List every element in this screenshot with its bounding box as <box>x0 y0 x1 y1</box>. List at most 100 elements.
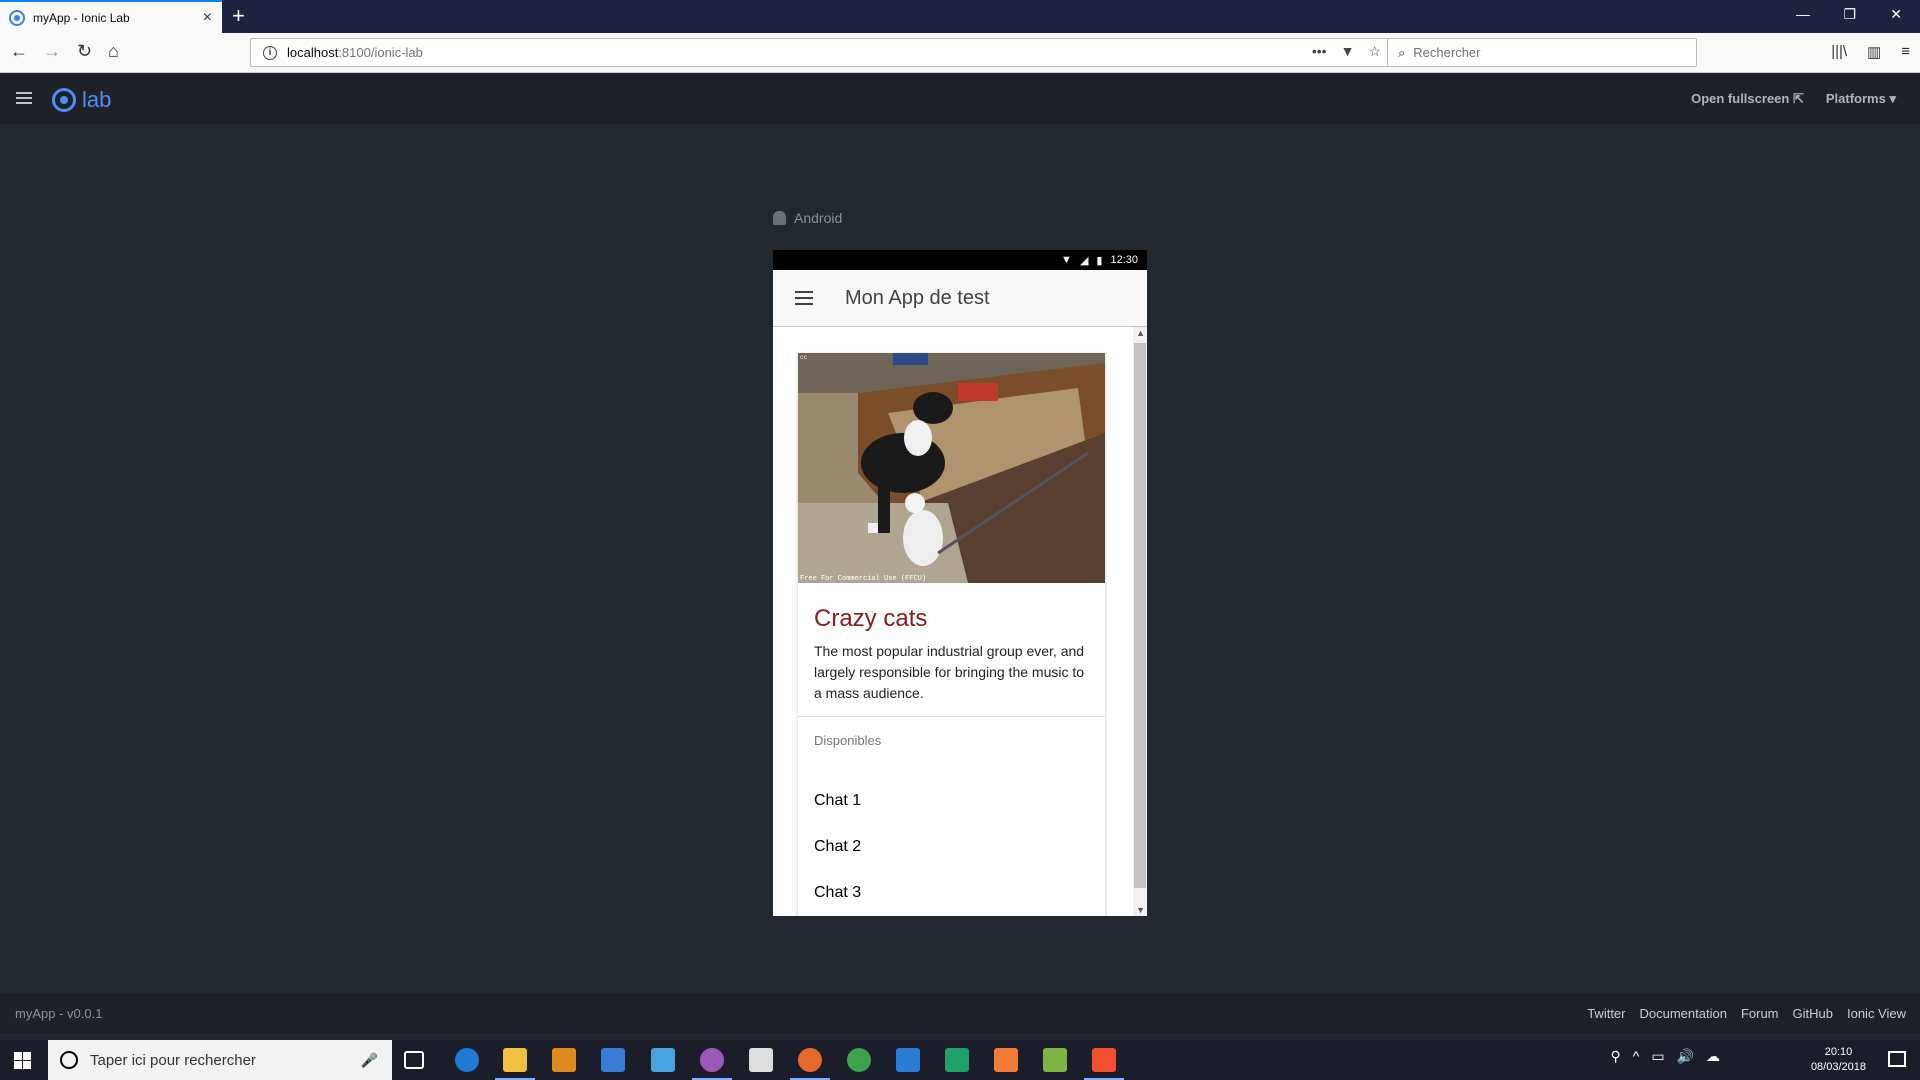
app-title: Mon App de test <box>845 286 990 309</box>
volume-icon[interactable]: 🔊 <box>1677 1048 1694 1065</box>
onedrive-icon[interactable]: ☁ <box>1706 1048 1720 1065</box>
browser-nav-bar: ← → ↻ ⌂ i localhost:8100/ionic-lab ••• ▼… <box>0 33 1920 73</box>
image-caption: Free For Commercial Use (FFCU) <box>800 575 926 583</box>
app-version: myApp - v0.0.1 <box>15 1006 103 1021</box>
lab-logo: lab <box>52 87 111 113</box>
app-toolbar: Mon App de test <box>773 270 1147 327</box>
platform-label: Android <box>773 210 842 226</box>
notification-icon[interactable] <box>1888 1051 1906 1067</box>
list-item[interactable]: Chat 1 <box>798 778 1105 824</box>
windows-start-icon[interactable] <box>14 1052 31 1069</box>
url-path: :8100/ionic-lab <box>338 45 423 60</box>
git-icon[interactable] <box>1092 1048 1116 1072</box>
back-icon[interactable]: ← <box>10 41 28 62</box>
browser-tab-bar: myApp - Ionic Lab × + — ❐ ✕ <box>0 0 1920 33</box>
app-icon[interactable] <box>700 1048 724 1072</box>
forum-link[interactable]: Forum <box>1741 1006 1779 1021</box>
search-input[interactable]: ⌕ Rechercher <box>1387 38 1697 67</box>
minimize-icon[interactable]: — <box>1796 6 1810 22</box>
clock-time: 20:10 <box>1824 1046 1853 1058</box>
file-explorer-icon[interactable] <box>503 1048 527 1072</box>
task-view-icon[interactable] <box>404 1051 424 1069</box>
device-status-bar: ▼ ◢ ▮ 12:30 <box>773 250 1147 270</box>
ionic-view-link[interactable]: Ionic View <box>1847 1006 1906 1021</box>
sublime-text-icon[interactable] <box>552 1048 576 1072</box>
url-bar[interactable]: i localhost:8100/ionic-lab ••• ▼ ☆ <box>250 38 1390 67</box>
scrollbar-thumb[interactable] <box>1134 343 1146 888</box>
external-link-icon: ⇱ <box>1792 91 1804 106</box>
open-fullscreen-link[interactable]: Open fullscreen ⇱ <box>1691 91 1804 107</box>
webstorm-icon[interactable] <box>945 1048 969 1072</box>
image-corner-text: cc <box>800 354 808 361</box>
system-tray: ⚲ ^ ▭ 🔊 ☁ <box>1610 1048 1720 1065</box>
search-placeholder: Rechercher <box>1413 45 1481 60</box>
lab-header: lab Open fullscreen ⇱ Platforms ▾ <box>0 74 1920 124</box>
library-icon[interactable]: |||\ <box>1831 43 1847 61</box>
mail-icon[interactable] <box>749 1048 773 1072</box>
restore-icon[interactable]: ❐ <box>1843 6 1856 23</box>
android-icon <box>773 211 786 225</box>
signal-icon: ◢ <box>1079 254 1089 267</box>
card-title: Crazy cats <box>814 605 928 632</box>
new-tab-button[interactable]: + <box>232 3 245 29</box>
scroll-down-icon[interactable]: ▼ <box>1136 905 1145 915</box>
microphone-icon[interactable]: 🎤 <box>361 1052 378 1069</box>
github-link[interactable]: GitHub <box>1793 1006 1833 1021</box>
platform-name: Android <box>794 210 843 226</box>
url-host: localhost <box>287 45 339 60</box>
notepad-icon[interactable] <box>1043 1048 1067 1072</box>
search-icon: ⌕ <box>1398 44 1406 60</box>
platforms-dropdown[interactable]: Platforms ▾ <box>1826 91 1896 107</box>
taskbar-search-placeholder: Taper ici pour rechercher <box>90 1051 256 1069</box>
network-icon[interactable]: ▭ <box>1651 1048 1664 1065</box>
pocket-icon[interactable]: ▼ <box>1341 43 1355 60</box>
lab-footer: myApp - v0.0.1 Twitter Documentation For… <box>0 993 1920 1033</box>
sidebar-icon[interactable]: ▥ <box>1867 43 1881 61</box>
twitter-link[interactable]: Twitter <box>1587 1006 1625 1021</box>
people-icon[interactable]: ⚲ <box>1610 1048 1620 1065</box>
firefox-icon[interactable] <box>798 1048 822 1072</box>
site-info-icon[interactable]: i <box>263 45 277 60</box>
taskbar-search-input[interactable]: Taper ici pour rechercher 🎤 <box>48 1040 392 1080</box>
app-content: cc Free For Commercial Use (FFCU) Crazy … <box>773 327 1147 916</box>
home-icon[interactable]: ⌂ <box>108 41 119 62</box>
xampp-icon[interactable] <box>994 1048 1018 1072</box>
forward-icon[interactable]: → <box>43 41 61 62</box>
app-icon[interactable] <box>651 1048 675 1072</box>
store-icon[interactable] <box>601 1048 625 1072</box>
lab-logo-text: lab <box>82 87 112 112</box>
scrollbar[interactable]: ▲ ▼ <box>1133 327 1147 916</box>
chrome-icon[interactable] <box>847 1048 871 1072</box>
scroll-up-icon[interactable]: ▲ <box>1136 328 1145 338</box>
tray-chevron-icon[interactable]: ^ <box>1633 1048 1640 1065</box>
cat-photo: cc Free For Commercial Use (FFCU) <box>798 353 1105 583</box>
caret-down-icon: ▾ <box>1889 91 1896 106</box>
clock-date: 08/03/2018 <box>1810 1061 1866 1073</box>
card-text: The most popular industrial group ever, … <box>814 643 1085 701</box>
edge-icon[interactable] <box>455 1048 479 1072</box>
list-item[interactable]: Chat 3 <box>798 870 1105 916</box>
wifi-icon: ▼ <box>1061 254 1072 266</box>
device-preview: ▼ ◢ ▮ 12:30 Mon App de test cc Free For … <box>773 250 1147 916</box>
documentation-link[interactable]: Documentation <box>1640 1006 1727 1021</box>
close-window-icon[interactable]: ✕ <box>1890 6 1902 23</box>
browser-tab[interactable]: myApp - Ionic Lab × <box>0 0 222 33</box>
cortana-icon <box>60 1051 78 1069</box>
page-actions-icon[interactable]: ••• <box>1312 43 1327 60</box>
reload-icon[interactable]: ↻ <box>77 41 92 62</box>
bookmark-star-icon[interactable]: ☆ <box>1368 43 1381 60</box>
vscode-icon[interactable] <box>896 1048 920 1072</box>
lab-menu-icon[interactable] <box>16 92 32 104</box>
battery-icon: ▮ <box>1096 254 1103 267</box>
tab-title: myApp - Ionic Lab <box>33 10 130 25</box>
card-divider <box>798 716 1105 717</box>
cats-card: cc Free For Commercial Use (FFCU) Crazy … <box>798 353 1105 916</box>
close-tab-icon[interactable]: × <box>203 9 212 27</box>
ionic-logo-icon <box>52 88 76 112</box>
app-menu-icon[interactable] <box>795 291 813 305</box>
taskbar: Taper ici pour rechercher 🎤 ⚲ ^ ▭ 🔊 ☁ 20… <box>0 1040 1920 1080</box>
menu-icon[interactable]: ≡ <box>1901 43 1910 61</box>
list-item[interactable]: Chat 2 <box>798 824 1105 870</box>
status-time: 12:30 <box>1110 254 1138 266</box>
taskbar-clock[interactable]: 20:10 08/03/2018 <box>1811 1045 1866 1075</box>
